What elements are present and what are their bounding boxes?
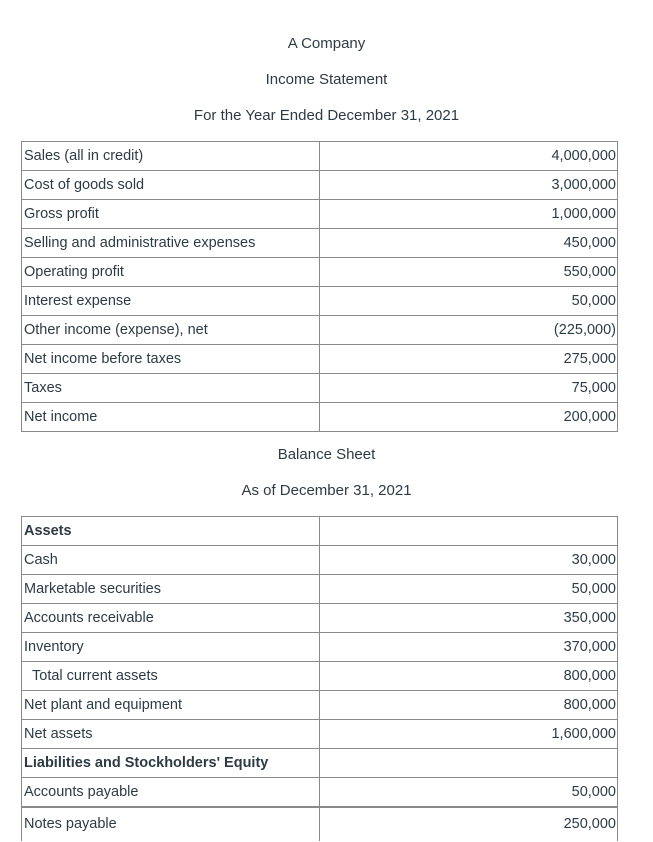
table-row: Accounts receivable 350,000	[21, 603, 618, 633]
row-value	[319, 516, 618, 546]
balance-sheet-title: Balance Sheet	[277, 446, 376, 463]
row-value: 200,000	[319, 402, 618, 432]
row-value: 4,000,000	[319, 141, 618, 171]
row-value: 50,000	[319, 574, 618, 604]
table-row: Marketable securities 50,000	[21, 574, 618, 604]
row-label: Cash	[21, 545, 320, 575]
row-label: Cost of goods sold	[21, 170, 320, 200]
table-row: Selling and administrative expenses 450,…	[21, 228, 618, 258]
row-label: Gross profit	[21, 199, 320, 229]
table-row: Inventory 370,000	[21, 632, 618, 662]
row-label: Sales (all in credit)	[21, 141, 320, 171]
table-row: Total current assets 800,000	[21, 661, 618, 691]
table-row: Net plant and equipment 800,000	[21, 690, 618, 720]
table-row: Operating profit 550,000	[21, 257, 618, 287]
row-value: 275,000	[319, 344, 618, 374]
row-label: Accounts receivable	[21, 603, 320, 633]
table-row: Cash 30,000	[21, 545, 618, 575]
row-label: Selling and administrative expenses	[21, 228, 320, 258]
income-statement-table: Sales (all in credit) 4,000,000 Cost of …	[21, 141, 618, 432]
balance-sheet-period: As of December 31, 2021	[241, 482, 412, 499]
table-row: Other income (expense), net (225,000)	[21, 315, 618, 345]
table-row: Accounts payable 50,000	[21, 777, 618, 808]
row-label: Interest expense	[21, 286, 320, 316]
row-label: Inventory	[21, 632, 320, 662]
table-row: Net assets 1,600,000	[21, 719, 618, 749]
row-label: Other income (expense), net	[21, 315, 320, 345]
section-header-row: Assets	[21, 516, 618, 546]
row-label: Total current assets	[21, 661, 320, 691]
row-value: 3,000,000	[319, 170, 618, 200]
section-header-assets: Assets	[21, 516, 320, 546]
row-value: 1,000,000	[319, 199, 618, 229]
table-row: Sales (all in credit) 4,000,000	[21, 141, 618, 171]
row-value: 50,000	[319, 777, 618, 808]
table-row: Notes payable 250,000	[21, 806, 618, 841]
row-value: 550,000	[319, 257, 618, 287]
section-header-row: Liabilities and Stockholders' Equity	[21, 748, 618, 778]
row-value: 250,000	[319, 806, 618, 841]
row-value	[319, 748, 618, 778]
income-statement-title: Income Statement	[265, 71, 388, 88]
row-value: (225,000)	[319, 315, 618, 345]
table-row: Gross profit 1,000,000	[21, 199, 618, 229]
row-label: Net income	[21, 402, 320, 432]
section-header-liabilities: Liabilities and Stockholders' Equity	[21, 748, 320, 778]
company-name: A Company	[287, 35, 366, 52]
row-label: Accounts payable	[21, 777, 320, 808]
row-value: 450,000	[319, 228, 618, 258]
row-label: Taxes	[21, 373, 320, 403]
table-row: Net income before taxes 275,000	[21, 344, 618, 374]
balance-sheet-table: Assets Cash 30,000 Marketable securities…	[21, 516, 618, 841]
row-value: 800,000	[319, 661, 618, 691]
row-label: Operating profit	[21, 257, 320, 287]
row-label: Net plant and equipment	[21, 690, 320, 720]
row-label: Net income before taxes	[21, 344, 320, 374]
table-row: Interest expense 50,000	[21, 286, 618, 316]
row-value: 350,000	[319, 603, 618, 633]
row-label: Notes payable	[21, 806, 320, 841]
row-value: 370,000	[319, 632, 618, 662]
row-value: 1,600,000	[319, 719, 618, 749]
row-value: 50,000	[319, 286, 618, 316]
table-row: Net income 200,000	[21, 402, 618, 432]
row-value: 800,000	[319, 690, 618, 720]
row-value: 75,000	[319, 373, 618, 403]
row-value: 30,000	[319, 545, 618, 575]
row-label: Net assets	[21, 719, 320, 749]
table-row: Cost of goods sold 3,000,000	[21, 170, 618, 200]
income-statement-period: For the Year Ended December 31, 2021	[193, 107, 460, 124]
row-label: Marketable securities	[21, 574, 320, 604]
table-row: Taxes 75,000	[21, 373, 618, 403]
